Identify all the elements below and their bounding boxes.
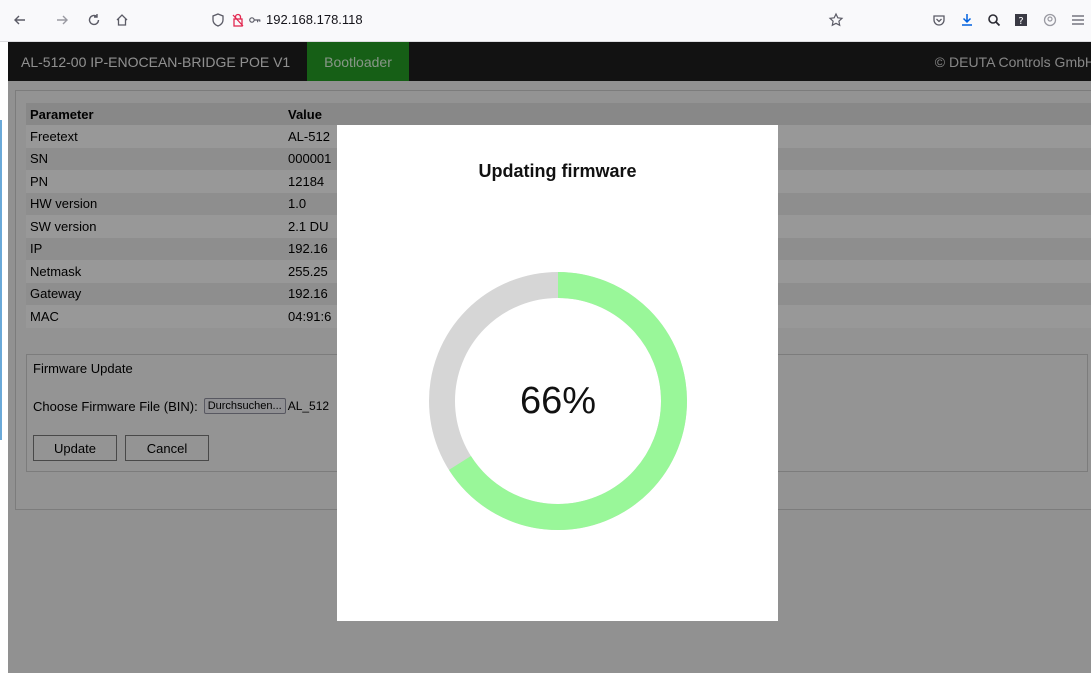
help-icon[interactable]: ? bbox=[1011, 10, 1031, 30]
menu-icon[interactable] bbox=[1068, 10, 1088, 30]
forward-icon[interactable] bbox=[52, 10, 72, 30]
star-icon[interactable] bbox=[826, 10, 846, 30]
home-icon[interactable] bbox=[112, 10, 132, 30]
back-icon[interactable] bbox=[10, 10, 30, 30]
pocket-icon[interactable] bbox=[929, 10, 949, 30]
svg-text:?: ? bbox=[1018, 16, 1023, 27]
reload-icon[interactable] bbox=[84, 10, 104, 30]
progress-percent: 66% bbox=[519, 379, 597, 422]
lock-icon[interactable] bbox=[228, 10, 248, 30]
account-icon[interactable] bbox=[1040, 10, 1060, 30]
url-text[interactable]: 192.168.178.118 bbox=[266, 12, 363, 27]
progress-dialog: Updating firmware 66% bbox=[337, 125, 778, 621]
window-edge bbox=[0, 120, 2, 440]
dialog-title: Updating firmware bbox=[478, 161, 637, 181]
download-icon[interactable] bbox=[957, 10, 977, 30]
key-icon[interactable] bbox=[248, 10, 262, 30]
browser-toolbar: 192.168.178.118 ? bbox=[0, 0, 1091, 42]
shield-icon[interactable] bbox=[208, 10, 228, 30]
extension-icon[interactable] bbox=[984, 10, 1004, 30]
